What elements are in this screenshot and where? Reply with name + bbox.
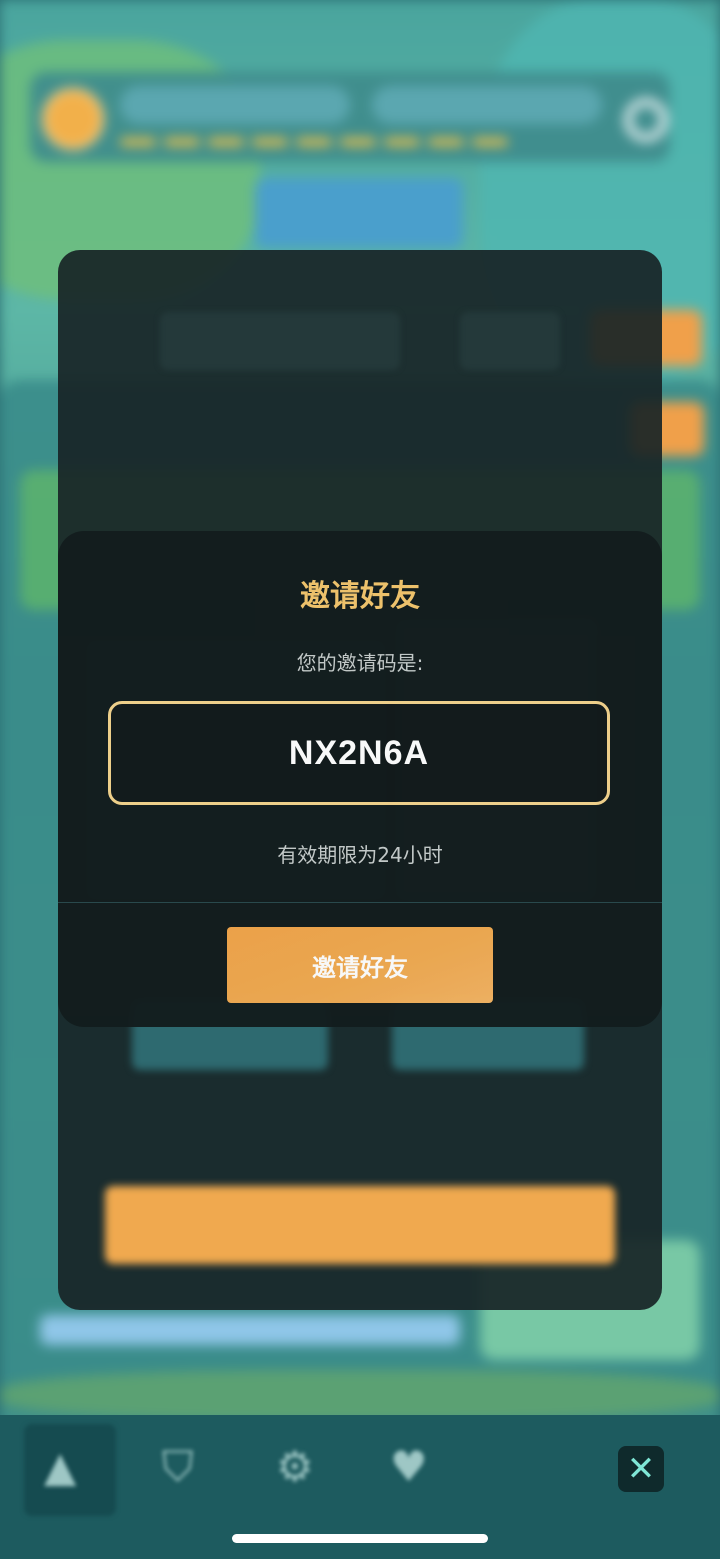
invite-code-box[interactable]: NX2N6A (108, 701, 610, 805)
notice-banner (255, 178, 463, 248)
settings-icon (624, 98, 668, 142)
invite-friend-modal: 邀请好友 您的邀请码是: NX2N6A 有效期限为24小时 邀请好友 (58, 531, 662, 1027)
close-icon[interactable]: ✕ (618, 1446, 664, 1492)
gear-icon: ⚙ (276, 1442, 314, 1491)
shield-icon: ⛉ (162, 1442, 194, 1491)
heart-icon: ♥ (390, 1442, 428, 1491)
validity-text: 有效期限为24小时 (277, 843, 443, 867)
divider (58, 902, 662, 903)
coin-icon (42, 88, 104, 150)
home-indicator (232, 1534, 488, 1543)
triangle-home-icon: ▲ (44, 1442, 77, 1491)
invite-friend-button[interactable]: 邀请好友 (227, 927, 493, 1003)
invite-code-label: 您的邀请码是: (296, 651, 424, 675)
underlying-button (105, 1186, 615, 1264)
modal-title: 邀请好友 (300, 579, 420, 614)
